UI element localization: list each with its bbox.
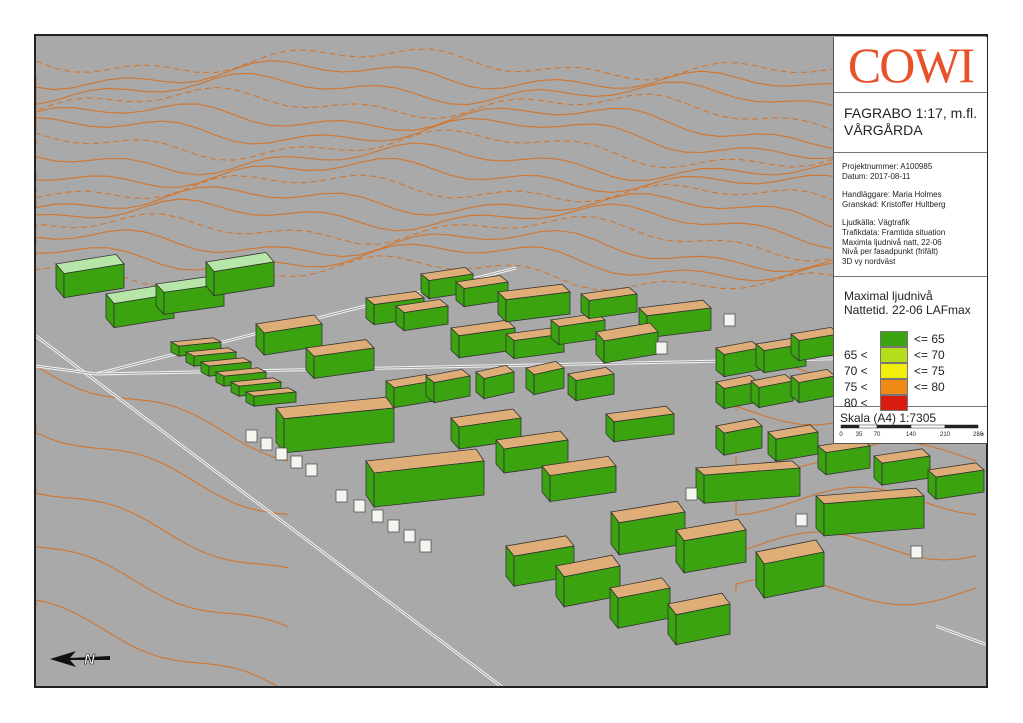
- shed: [685, 487, 698, 501]
- legend-title-1: Maximal ljudnivå: [844, 289, 933, 303]
- shed: [723, 313, 736, 327]
- legend-title-2: Nattetid. 22-06 LAFmax: [844, 303, 971, 317]
- legend-row: 70 < <= 75: [844, 363, 984, 379]
- scale-segment: [876, 424, 912, 429]
- legend-row: 65 < <= 70: [844, 347, 984, 363]
- building: [695, 460, 801, 505]
- legend-high: <= 70: [914, 348, 945, 362]
- scale-section: Skala (A4) 1:7305 0 35 70 140 210 280 m: [834, 407, 987, 447]
- shed: [371, 509, 384, 523]
- scale-segment: [858, 424, 878, 429]
- shed: [245, 429, 258, 443]
- arrow-icon: [50, 651, 110, 667]
- legend-high: <= 80: [914, 380, 945, 394]
- building: [750, 373, 794, 409]
- shed: [335, 489, 348, 503]
- scale-segment: [840, 424, 860, 429]
- legend-swatch: [880, 347, 908, 363]
- scale-segment: [944, 424, 979, 429]
- handler: Handläggare: Maria Holmes: [842, 190, 942, 200]
- legend-low: 75 <: [844, 380, 868, 394]
- title-panel: COWI FAGRABO 1:17, m.fl. VÅRGÅRDA Projek…: [833, 37, 987, 444]
- building: [525, 360, 565, 396]
- project-info: Projektnummer: A100985 Datum: 2017-08-11…: [834, 153, 987, 277]
- scale-unit: m: [981, 432, 984, 438]
- logo-text: COWI: [847, 36, 975, 93]
- scale-tick-label: 35: [856, 432, 863, 438]
- legend-high: <= 75: [914, 364, 945, 378]
- scale-tick-label: 140: [906, 432, 917, 438]
- scale-tick-label: 70: [874, 432, 881, 438]
- shed: [290, 455, 303, 469]
- shed: [260, 437, 273, 451]
- description-2: Nivå per fasadpunkt (frifält): [842, 247, 939, 257]
- building: [475, 364, 515, 400]
- company-logo: COWI: [834, 37, 987, 93]
- view-description: 3D vy nordväst: [842, 256, 896, 266]
- legend-swatch: [880, 379, 908, 395]
- legend-low: 65 <: [844, 348, 868, 362]
- north-arrow: N: [50, 651, 110, 668]
- shed: [305, 463, 318, 477]
- project-date: Datum: 2017-08-11: [842, 171, 911, 181]
- scale-tick-label: 210: [940, 432, 951, 438]
- legend-low: 70 <: [844, 364, 868, 378]
- shed: [403, 529, 416, 543]
- project-title: FAGRABO 1:17, m.fl. VÅRGÅRDA: [834, 93, 987, 153]
- legend-high: <= 65: [914, 332, 945, 346]
- title-line-2: VÅRGÅRDA: [844, 122, 923, 138]
- legend-row: <= 65: [844, 331, 984, 347]
- shed: [655, 341, 668, 355]
- legend-swatch: [880, 331, 908, 347]
- title-line-1: FAGRABO 1:17, m.fl.: [844, 105, 978, 121]
- noise-source: Ljudkälla: Vägtrafik: [842, 218, 910, 228]
- scale-tick-label: 0: [839, 432, 843, 438]
- scale-bar: 0 35 70 140 210 280m: [839, 424, 984, 438]
- building: [815, 487, 925, 537]
- legend-row: 75 < <= 80: [844, 379, 984, 395]
- legend: Maximal ljudnivå Nattetid. 22-06 LAFmax …: [834, 277, 987, 411]
- north-label: N: [84, 651, 96, 668]
- traffic-data: Trafikdata: Framtida situation: [842, 227, 946, 237]
- reviewer: Granskad: Kristoffer Hultberg: [842, 199, 946, 209]
- shed: [419, 539, 432, 553]
- shed: [795, 513, 808, 527]
- shed: [387, 519, 400, 533]
- scale-segment: [910, 424, 946, 429]
- shed: [910, 545, 923, 559]
- shed: [353, 499, 366, 513]
- building: [715, 340, 761, 378]
- description-1: Maximla ljudnivå natt, 22-06: [842, 237, 942, 247]
- shed: [275, 447, 288, 461]
- legend-swatch: [880, 363, 908, 379]
- project-number: Projektnummer: A100985: [842, 162, 933, 171]
